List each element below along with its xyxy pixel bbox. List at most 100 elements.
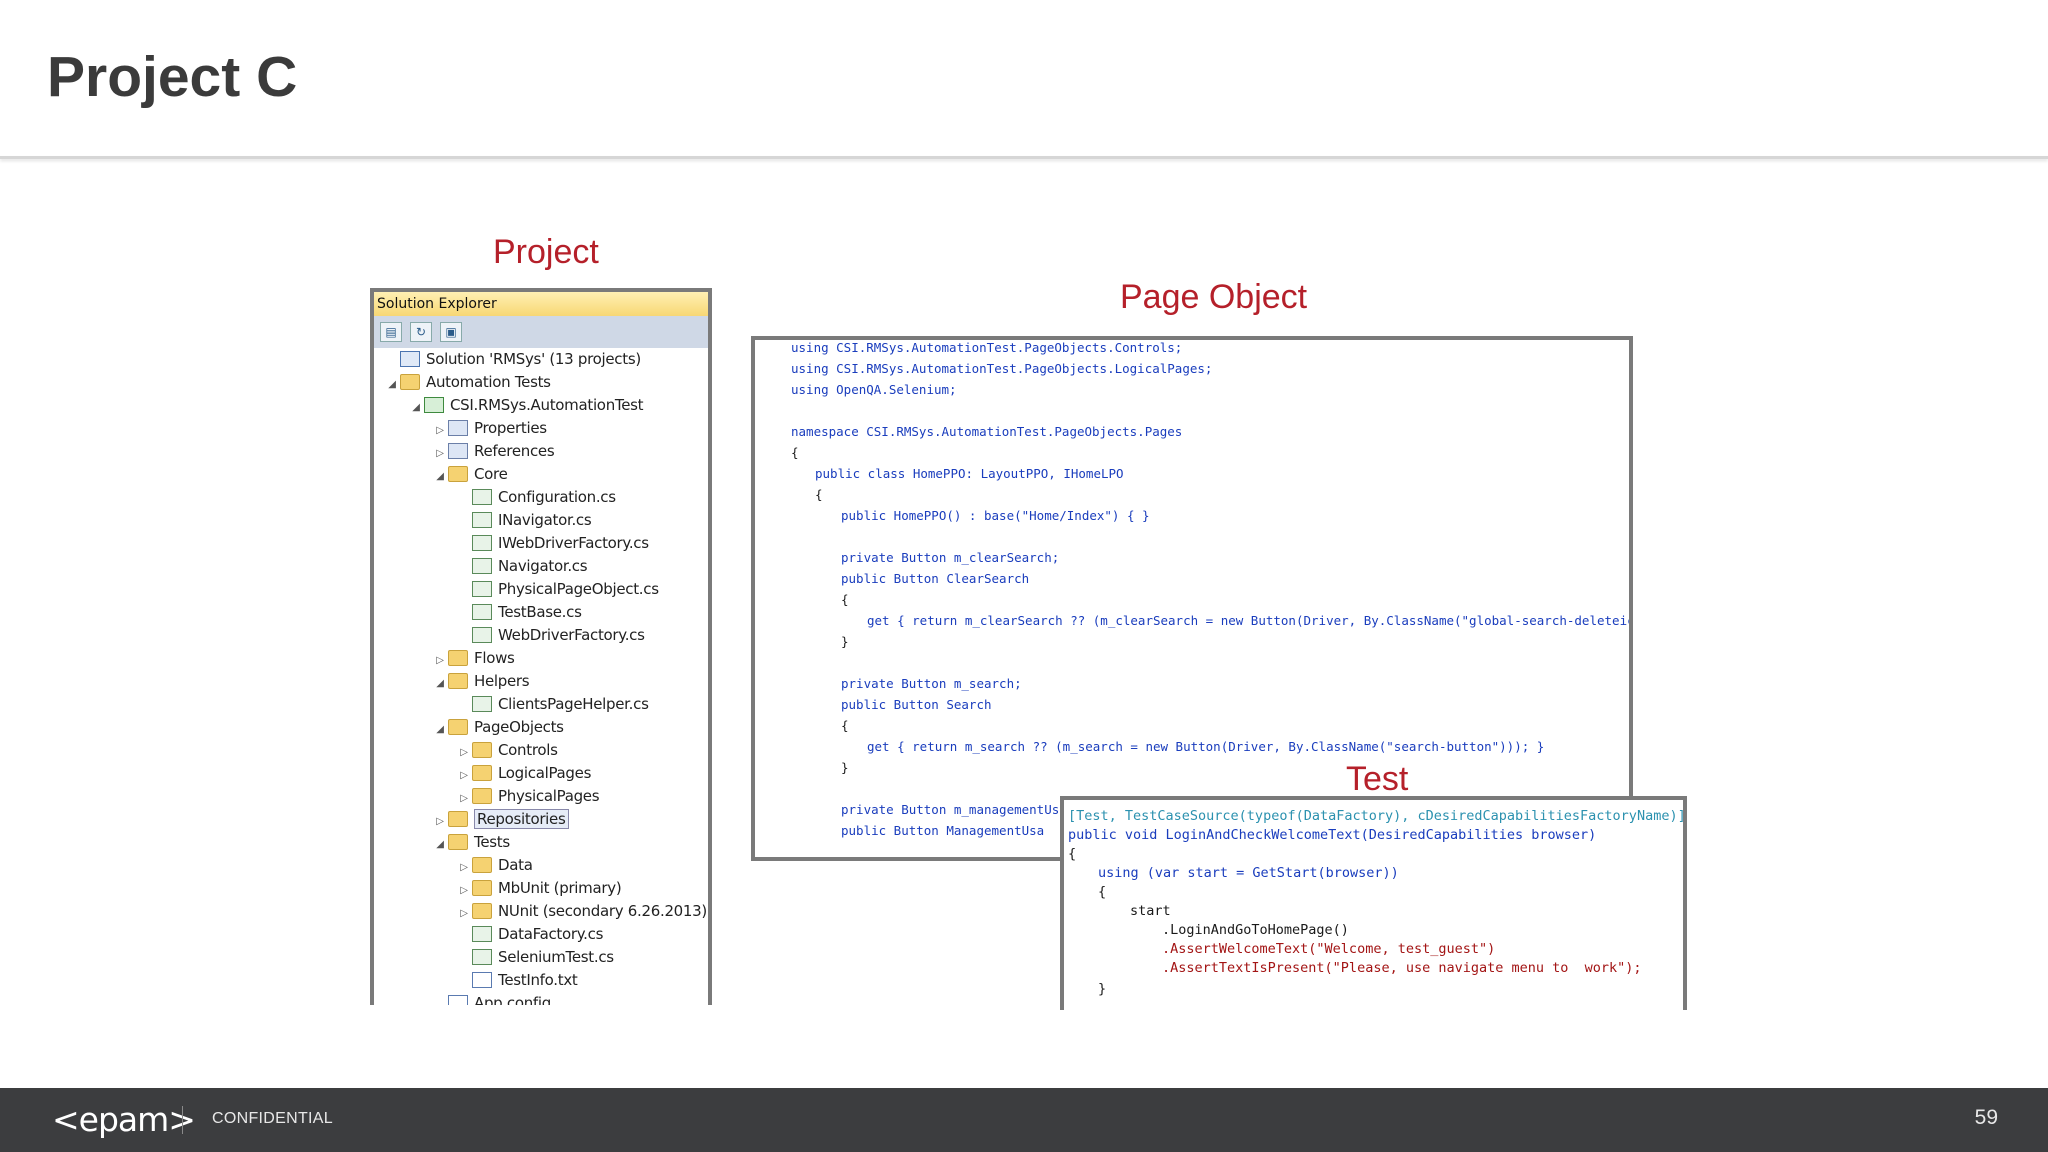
tree-item[interactable]: ▷ LogicalPages: [456, 762, 591, 784]
code-line: namespace CSI.RMSys.AutomationTest.PageO…: [791, 424, 1183, 439]
collapsed-arrow-icon[interactable]: ▷: [456, 857, 472, 879]
code-line: public class HomePPO: LayoutPPO, IHomeLP…: [815, 466, 1124, 481]
code-line: public Button ManagementUsa: [841, 823, 1045, 838]
collapsed-arrow-icon[interactable]: ▷: [456, 788, 472, 810]
expanded-arrow-icon[interactable]: ◢: [384, 374, 400, 396]
tree-item[interactable]: SeleniumTest.cs: [456, 946, 614, 968]
code-line: private Button m_search;: [841, 676, 1022, 691]
collapsed-arrow-icon[interactable]: ▷: [432, 420, 448, 442]
folder-icon: [400, 373, 420, 390]
cs-file-icon: [472, 603, 492, 620]
page-object-label: Page Object: [1120, 278, 1308, 316]
cs-file-icon: [472, 488, 492, 505]
code-line: {: [1098, 884, 1107, 900]
show-all-files-icon[interactable]: ▤: [380, 322, 402, 342]
folder-icon: [448, 718, 468, 735]
cs-file-icon: [472, 626, 492, 643]
tree-item[interactable]: Navigator.cs: [456, 555, 588, 577]
solution-explorer-toolbar: ▤ ↻ ▣: [374, 316, 708, 348]
folder-icon: [448, 672, 468, 689]
code-line: [Test, TestCaseSource(typeof(DataFactory…: [1068, 808, 1686, 824]
code-line: {: [1068, 846, 1077, 862]
folder-icon: [472, 741, 492, 758]
solution-explorer: Solution Explorer ▤ ↻ ▣ Solution 'RMSys'…: [370, 288, 712, 1005]
tree-item[interactable]: ▷ Flows: [432, 647, 515, 669]
code-line: using (var start = GetStart(browser)): [1098, 865, 1399, 881]
cs-file-icon: [472, 695, 492, 712]
tree-item-selected[interactable]: ▷ Repositories: [432, 808, 569, 830]
tree-item[interactable]: ◢ CSI.RMSys.AutomationTest: [408, 394, 643, 416]
project-icon: [424, 396, 444, 413]
collapsed-arrow-icon[interactable]: ▷: [456, 765, 472, 787]
tree-item[interactable]: ▷ Properties: [432, 417, 547, 439]
collapsed-arrow-icon[interactable]: ▷: [456, 880, 472, 902]
collapsed-arrow-icon[interactable]: ▷: [456, 903, 472, 925]
collapsed-arrow-icon[interactable]: ▷: [432, 650, 448, 672]
folder-icon: [472, 856, 492, 873]
code-line: public void LoginAndCheckWelcomeText(Des…: [1068, 827, 1597, 843]
collapsed-arrow-icon[interactable]: ▷: [456, 742, 472, 764]
folder-icon: [448, 810, 468, 827]
confidential-label: CONFIDENTIAL: [212, 1110, 333, 1127]
expanded-arrow-icon[interactable]: ◢: [432, 673, 448, 695]
collapsed-arrow-icon[interactable]: ▷: [432, 443, 448, 465]
folder-icon: [448, 649, 468, 666]
folder-icon: [472, 787, 492, 804]
expanded-arrow-icon[interactable]: ◢: [408, 397, 424, 419]
page-object-code-panel: using CSI.RMSys.AutomationTest.PageObjec…: [751, 336, 1633, 861]
folder-icon: [448, 465, 468, 482]
expanded-arrow-icon[interactable]: ◢: [432, 466, 448, 488]
epam-logo: <epam>: [52, 1100, 196, 1139]
code-line: public Button ClearSearch: [841, 571, 1030, 586]
tree-item[interactable]: ClientsPageHelper.cs: [456, 693, 649, 715]
tree-item[interactable]: App.config: [432, 992, 551, 1005]
tree-item[interactable]: ▷ Controls: [456, 739, 558, 761]
tree-item[interactable]: ◢ Tests: [432, 831, 510, 853]
folder-icon: [472, 879, 492, 896]
project-label: Project: [493, 233, 599, 271]
tree-item[interactable]: Configuration.cs: [456, 486, 616, 508]
code-line: }: [841, 634, 849, 649]
folder-icon: [472, 902, 492, 919]
tree-item[interactable]: WebDriverFactory.cs: [456, 624, 645, 646]
page-number: 59: [1974, 1106, 1998, 1129]
code-line: private Button m_clearSearch;: [841, 550, 1060, 565]
code-line: using OpenQA.Selenium;: [791, 382, 957, 397]
tree-item[interactable]: ▷ Data: [456, 854, 533, 876]
tree-item[interactable]: ◢ Automation Tests: [384, 371, 551, 393]
code-line: using CSI.RMSys.AutomationTest.PageObjec…: [791, 340, 1183, 355]
tree-item[interactable]: DataFactory.cs: [456, 923, 603, 945]
tree-item[interactable]: Solution 'RMSys' (13 projects): [384, 348, 641, 370]
expanded-arrow-icon[interactable]: ◢: [432, 834, 448, 856]
tree-item[interactable]: PhysicalPageObject.cs: [456, 578, 659, 600]
code-line: .AssertTextIsPresent("Please, use naviga…: [1162, 960, 1642, 976]
tree-item[interactable]: ◢ PageObjects: [432, 716, 564, 738]
code-line: {: [841, 592, 849, 607]
tree-item[interactable]: TestInfo.txt: [456, 969, 578, 991]
folder-icon: [472, 764, 492, 781]
code-line: {: [815, 487, 823, 502]
properties-icon: [448, 419, 468, 436]
refresh-icon[interactable]: ↻: [410, 322, 432, 342]
tree-item[interactable]: ◢ Helpers: [432, 670, 529, 692]
code-line: }: [1098, 981, 1107, 997]
tree-item[interactable]: ◢ Core: [432, 463, 508, 485]
tree-item[interactable]: IWebDriverFactory.cs: [456, 532, 649, 554]
cs-file-icon: [472, 580, 492, 597]
tree-item[interactable]: INavigator.cs: [456, 509, 592, 531]
test-label: Test: [1346, 760, 1409, 798]
tree-item[interactable]: ▷ NUnit (secondary 6.26.2013): [456, 900, 707, 922]
tree-item[interactable]: TestBase.cs: [456, 601, 582, 623]
cs-file-icon: [472, 534, 492, 551]
references-icon: [448, 442, 468, 459]
code-line: .AssertWelcomeText("Welcome, test_guest"…: [1162, 941, 1496, 957]
tree-item[interactable]: ▷ References: [432, 440, 554, 462]
properties-icon[interactable]: ▣: [440, 322, 462, 342]
expanded-arrow-icon[interactable]: ◢: [432, 719, 448, 741]
tree-item[interactable]: ▷ PhysicalPages: [456, 785, 599, 807]
collapsed-arrow-icon[interactable]: ▷: [432, 811, 448, 833]
cs-file-icon: [472, 557, 492, 574]
code-line: {: [841, 718, 849, 733]
tree-item[interactable]: ▷ MbUnit (primary): [456, 877, 621, 899]
cs-file-icon: [472, 511, 492, 528]
